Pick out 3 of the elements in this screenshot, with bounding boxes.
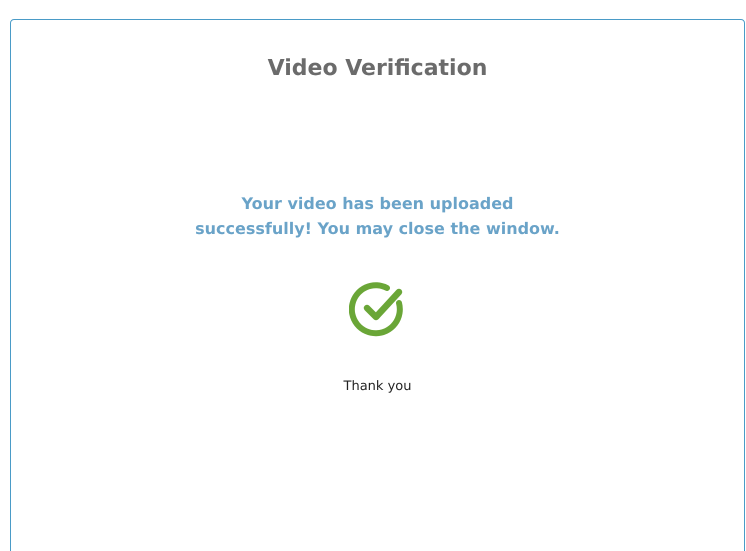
- thank-you-text: Thank you: [344, 379, 412, 394]
- success-message: Your video has been uploaded successfully! You may close the window.: [194, 193, 561, 240]
- page-title: Video Verification: [268, 56, 488, 81]
